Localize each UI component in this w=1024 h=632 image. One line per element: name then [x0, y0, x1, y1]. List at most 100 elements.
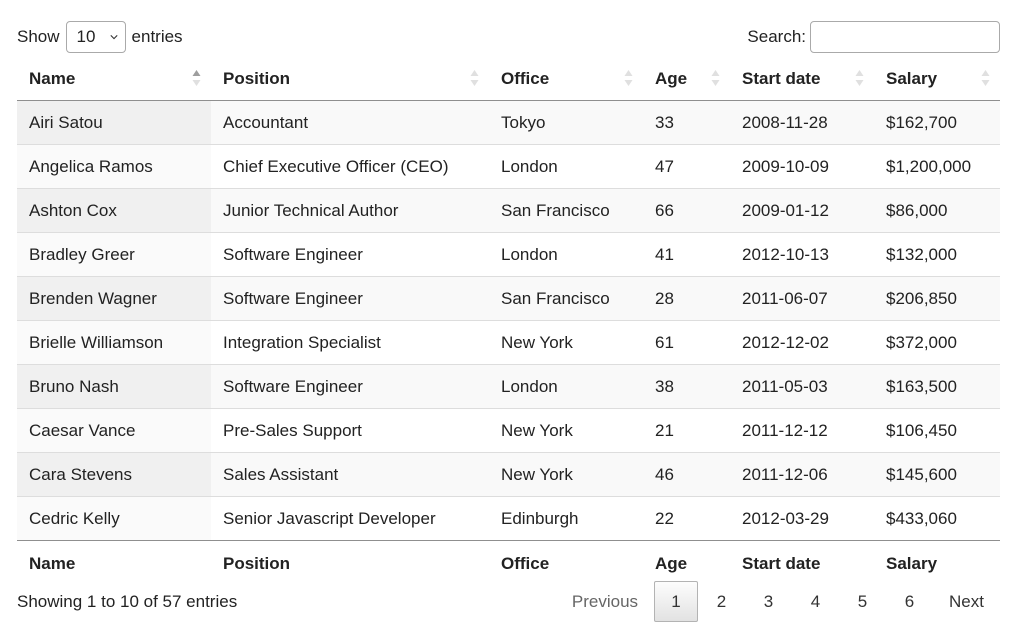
cell-name: Angelica Ramos	[17, 144, 211, 189]
cell-age: 46	[643, 452, 730, 497]
entries-select-value: 10	[76, 27, 96, 46]
cell-office: London	[489, 144, 643, 189]
cell-position: Software Engineer	[211, 364, 489, 409]
cell-office: New York	[489, 452, 643, 497]
length-suffix: entries	[131, 27, 183, 46]
cell-office: New York	[489, 320, 643, 365]
cell-salary: $1,200,000	[874, 144, 1000, 189]
cell-start-date: 2008-11-28	[730, 100, 874, 145]
cell-name: Cara Stevens	[17, 452, 211, 497]
cell-name: Brielle Williamson	[17, 320, 211, 365]
page-numbers: 123456	[654, 581, 933, 622]
column-footer-position: Position	[211, 540, 489, 587]
search-label: Search:	[747, 27, 806, 46]
previous-button[interactable]: Previous	[556, 581, 654, 622]
cell-position: Integration Specialist	[211, 320, 489, 365]
page-button-4[interactable]: 4	[792, 581, 839, 622]
search-input[interactable]	[810, 21, 1000, 53]
table-row[interactable]: Bradley Greer Software Engineer London 41 20…	[17, 232, 1000, 277]
column-footer-name: Name	[17, 540, 211, 587]
page-button-5[interactable]: 5	[839, 581, 886, 622]
cell-office: London	[489, 364, 643, 409]
table-body: Airi Satou Accountant Tokyo 33 2008-11-28 $16…	[17, 100, 1000, 541]
cell-start-date: 2009-10-09	[730, 144, 874, 189]
table-controls: Show 10 entries Search:	[17, 20, 1000, 54]
cell-age: 22	[643, 496, 730, 541]
sort-icon	[470, 70, 479, 86]
chevron-down-icon	[109, 35, 118, 40]
table-row[interactable]: Brielle Williamson Integration Specialist…	[17, 320, 1000, 365]
cell-name: Bradley Greer	[17, 232, 211, 277]
cell-age: 47	[643, 144, 730, 189]
cell-salary: $132,000	[874, 232, 1000, 277]
column-header-start-date[interactable]: Start date	[730, 57, 874, 101]
entries-select[interactable]: 10	[65, 21, 126, 53]
search-filter: Search:	[747, 20, 1000, 54]
cell-age: 66	[643, 188, 730, 233]
cell-office: San Francisco	[489, 276, 643, 321]
column-header-label: Age	[655, 68, 688, 88]
column-header-position[interactable]: Position	[211, 57, 489, 101]
cell-salary: $163,500	[874, 364, 1000, 409]
cell-salary: $433,060	[874, 496, 1000, 541]
column-header-office[interactable]: Office	[489, 57, 643, 101]
sort-icon	[855, 70, 864, 86]
page-button-6[interactable]: 6	[886, 581, 933, 622]
table-row[interactable]: Ashton Cox Junior Technical Author San Fra…	[17, 188, 1000, 233]
next-button[interactable]: Next	[933, 581, 1000, 622]
cell-start-date: 2009-01-12	[730, 188, 874, 233]
cell-age: 28	[643, 276, 730, 321]
column-header-label: Salary	[886, 68, 938, 88]
pagination: Previous 123456 Next	[556, 580, 1000, 623]
cell-age: 38	[643, 364, 730, 409]
sort-icon	[711, 70, 720, 86]
table-row[interactable]: Cara Stevens Sales Assistant New York 46 201…	[17, 452, 1000, 497]
table-row[interactable]: Cedric Kelly Senior Javascript Developer E…	[17, 496, 1000, 541]
cell-start-date: 2011-06-07	[730, 276, 874, 321]
cell-position: Senior Javascript Developer	[211, 496, 489, 541]
column-header-name[interactable]: Name	[17, 57, 211, 101]
cell-salary: $162,700	[874, 100, 1000, 145]
cell-office: New York	[489, 408, 643, 453]
cell-name: Airi Satou	[17, 100, 211, 145]
cell-start-date: 2012-03-29	[730, 496, 874, 541]
page-button-1[interactable]: 1	[654, 581, 699, 622]
cell-office: London	[489, 232, 643, 277]
cell-age: 33	[643, 100, 730, 145]
data-table: Name Position Office Age Start date Salary Ai…	[17, 57, 1000, 587]
column-header-label: Office	[501, 68, 550, 88]
column-header-age[interactable]: Age	[643, 57, 730, 101]
cell-age: 21	[643, 408, 730, 453]
cell-start-date: 2011-12-12	[730, 408, 874, 453]
page-button-3[interactable]: 3	[745, 581, 792, 622]
cell-office: Edinburgh	[489, 496, 643, 541]
cell-salary: $206,850	[874, 276, 1000, 321]
table-row[interactable]: Angelica Ramos Chief Executive Officer (C…	[17, 144, 1000, 189]
table-row[interactable]: Caesar Vance Pre-Sales Support New York 21 2…	[17, 408, 1000, 453]
column-header-label: Start date	[742, 68, 821, 88]
table-row[interactable]: Brenden Wagner Software Engineer San Franc…	[17, 276, 1000, 321]
sort-icon	[624, 70, 633, 86]
cell-start-date: 2011-05-03	[730, 364, 874, 409]
cell-name: Caesar Vance	[17, 408, 211, 453]
table-row[interactable]: Airi Satou Accountant Tokyo 33 2008-11-28 $16…	[17, 100, 1000, 145]
cell-salary: $106,450	[874, 408, 1000, 453]
cell-position: Pre-Sales Support	[211, 408, 489, 453]
cell-name: Ashton Cox	[17, 188, 211, 233]
cell-age: 41	[643, 232, 730, 277]
cell-start-date: 2011-12-06	[730, 452, 874, 497]
length-menu: Show 10 entries	[17, 20, 183, 54]
cell-name: Bruno Nash	[17, 364, 211, 409]
cell-salary: $145,600	[874, 452, 1000, 497]
cell-position: Junior Technical Author	[211, 188, 489, 233]
column-header-salary[interactable]: Salary	[874, 57, 1000, 101]
cell-name: Brenden Wagner	[17, 276, 211, 321]
table-info: Showing 1 to 10 of 57 entries	[17, 592, 238, 611]
cell-position: Software Engineer	[211, 276, 489, 321]
cell-office: Tokyo	[489, 100, 643, 145]
column-header-label: Position	[223, 68, 291, 88]
page-button-2[interactable]: 2	[698, 581, 745, 622]
cell-start-date: 2012-10-13	[730, 232, 874, 277]
table-row[interactable]: Bruno Nash Software Engineer London 38 2011-…	[17, 364, 1000, 409]
cell-position: Accountant	[211, 100, 489, 145]
